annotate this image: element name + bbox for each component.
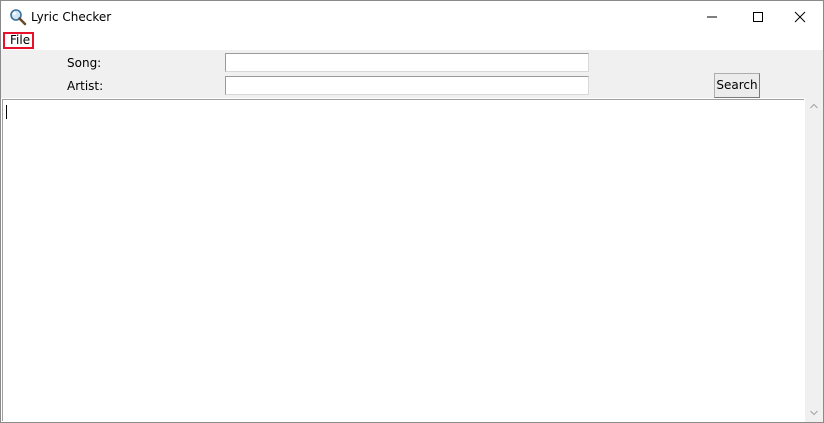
menu-file[interactable]: File: [3, 32, 34, 49]
menu-bar: File: [1, 32, 823, 50]
artist-label: Artist:: [67, 79, 104, 93]
search-form: Song: Artist: Search: [1, 50, 823, 98]
minimize-icon: [707, 16, 717, 18]
maximize-icon: [753, 12, 763, 22]
title-bar[interactable]: Lyric Checker: [1, 1, 823, 32]
maximize-button[interactable]: [735, 1, 781, 32]
chevron-down-icon: [810, 410, 818, 416]
song-label: Song:: [67, 56, 102, 70]
chevron-up-icon: [810, 103, 818, 109]
close-button[interactable]: [777, 1, 823, 32]
window-title: Lyric Checker: [31, 10, 112, 24]
vertical-scrollbar[interactable]: [805, 98, 823, 422]
minimize-button[interactable]: [689, 1, 735, 32]
search-button[interactable]: Search: [714, 73, 760, 98]
text-caret: [6, 105, 7, 119]
close-icon: [794, 11, 806, 23]
app-window: Lyric Checker File Song: Artist: Search: [0, 0, 824, 423]
scroll-up-button[interactable]: [805, 98, 823, 115]
artist-input[interactable]: [225, 76, 589, 95]
lyrics-area: [1, 98, 823, 422]
song-input[interactable]: [225, 53, 589, 72]
scroll-down-button[interactable]: [805, 405, 823, 422]
magnifier-icon: [9, 8, 27, 26]
lyrics-text-box[interactable]: [2, 99, 804, 421]
